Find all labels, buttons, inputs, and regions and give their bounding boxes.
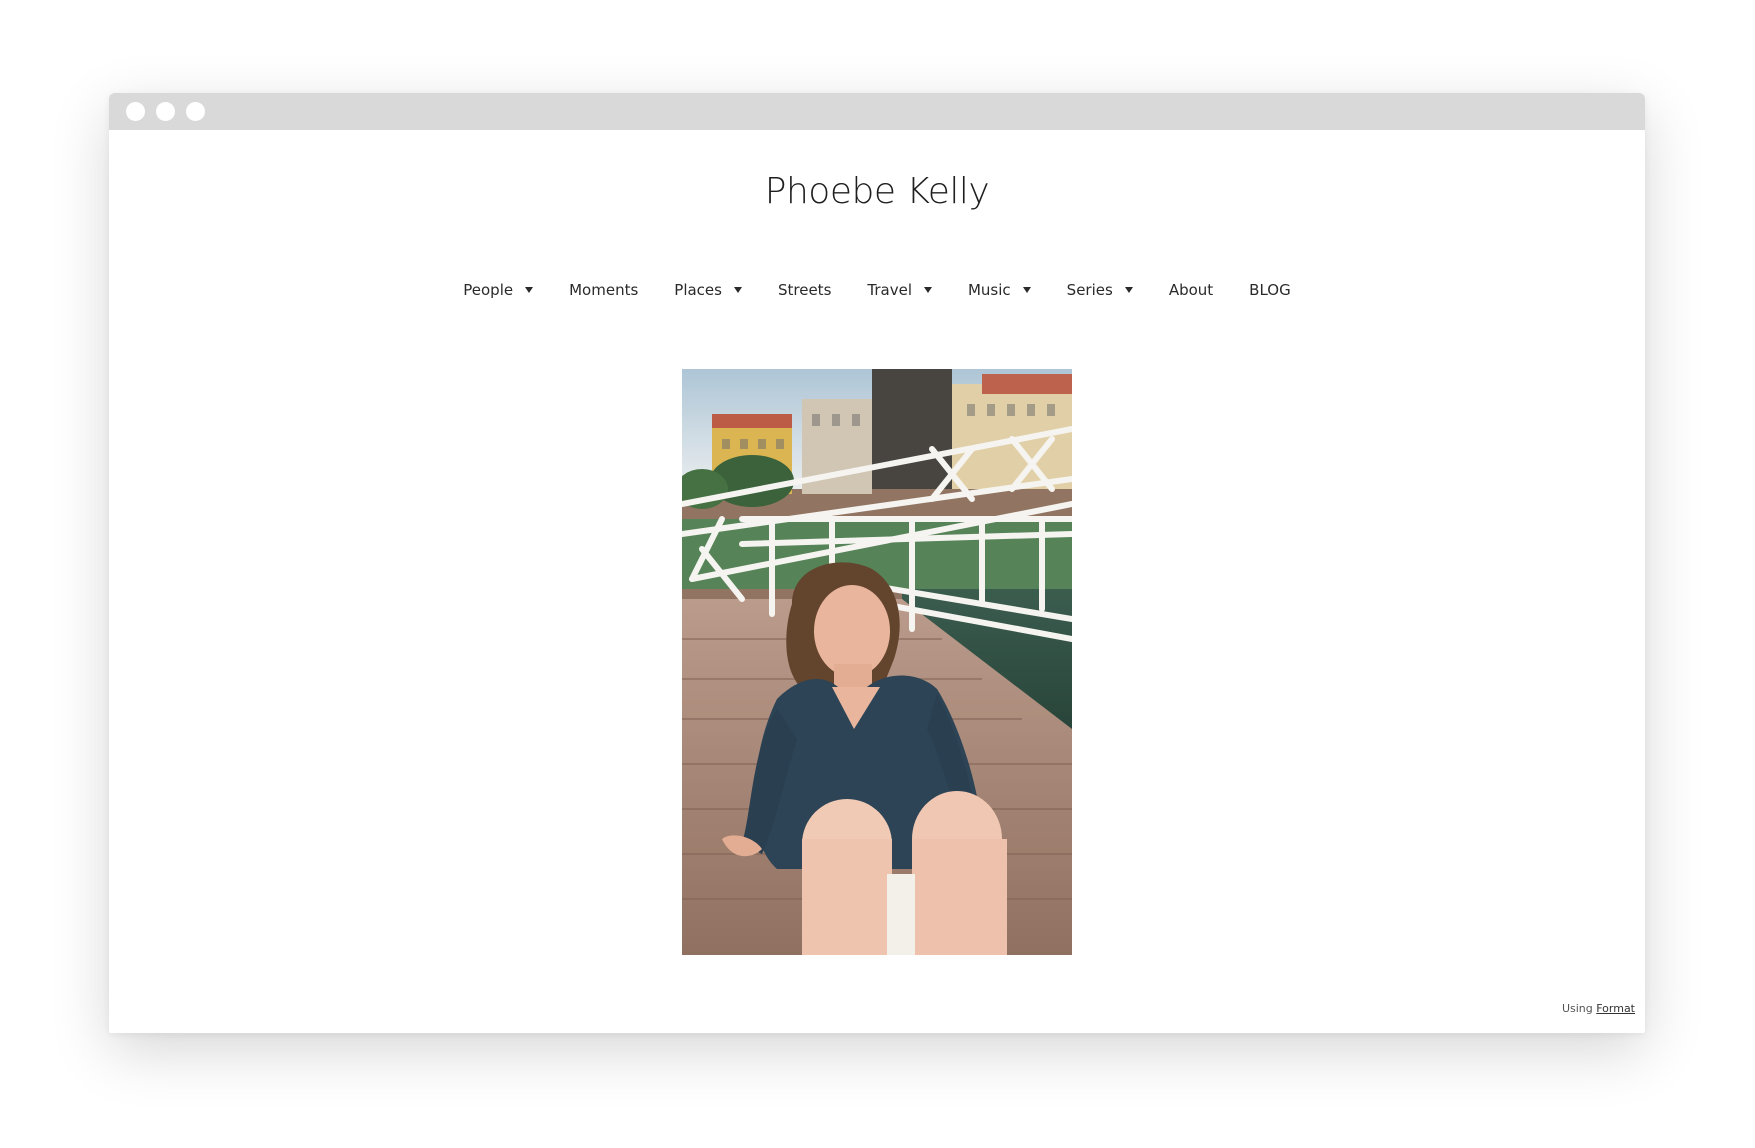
nav-item-label: Music <box>967 281 1011 299</box>
featured-photo[interactable] <box>682 369 1072 955</box>
nav-item-moments[interactable]: Moments <box>569 281 638 299</box>
nav-item-label: BLOG <box>1249 281 1291 299</box>
page-stage: Phoebe Kelly People Moments Places Stree… <box>0 0 1755 1148</box>
nav-item-label: Travel <box>867 281 912 299</box>
browser-titlebar <box>109 93 1645 130</box>
nav-item-label: Series <box>1066 281 1113 299</box>
window-close-button[interactable] <box>126 102 145 121</box>
chevron-down-icon <box>733 287 742 293</box>
nav-item-travel[interactable]: Travel <box>867 281 932 299</box>
nav-item-people[interactable]: People <box>463 281 534 299</box>
chevron-down-icon <box>923 287 932 293</box>
main-nav: People Moments Places Streets Travel Mus… <box>109 275 1645 305</box>
nav-item-places[interactable]: Places <box>674 281 742 299</box>
format-link[interactable]: Format <box>1596 1002 1635 1015</box>
nav-item-streets[interactable]: Streets <box>778 281 831 299</box>
nav-item-label: Streets <box>777 281 832 299</box>
nav-item-label: Places <box>674 281 722 299</box>
footer-credit: Using Format <box>1562 1002 1635 1015</box>
window-minimize-button[interactable] <box>156 102 175 121</box>
window-maximize-button[interactable] <box>186 102 205 121</box>
chevron-down-icon <box>1124 287 1133 293</box>
featured-photo-illustration <box>682 369 1072 955</box>
nav-item-series[interactable]: Series <box>1067 281 1133 299</box>
chevron-down-icon <box>1022 287 1031 293</box>
nav-item-about[interactable]: About <box>1169 281 1213 299</box>
browser-window: Phoebe Kelly People Moments Places Stree… <box>109 93 1645 1033</box>
nav-item-blog[interactable]: BLOG <box>1249 281 1291 299</box>
nav-item-label: Moments <box>569 281 639 299</box>
nav-item-label: About <box>1168 281 1214 299</box>
chevron-down-icon <box>525 287 534 293</box>
footer-credit-prefix: Using <box>1561 1002 1593 1015</box>
nav-item-music[interactable]: Music <box>968 281 1031 299</box>
site-title[interactable]: Phoebe Kelly <box>109 171 1645 212</box>
nav-item-label: People <box>463 281 514 299</box>
